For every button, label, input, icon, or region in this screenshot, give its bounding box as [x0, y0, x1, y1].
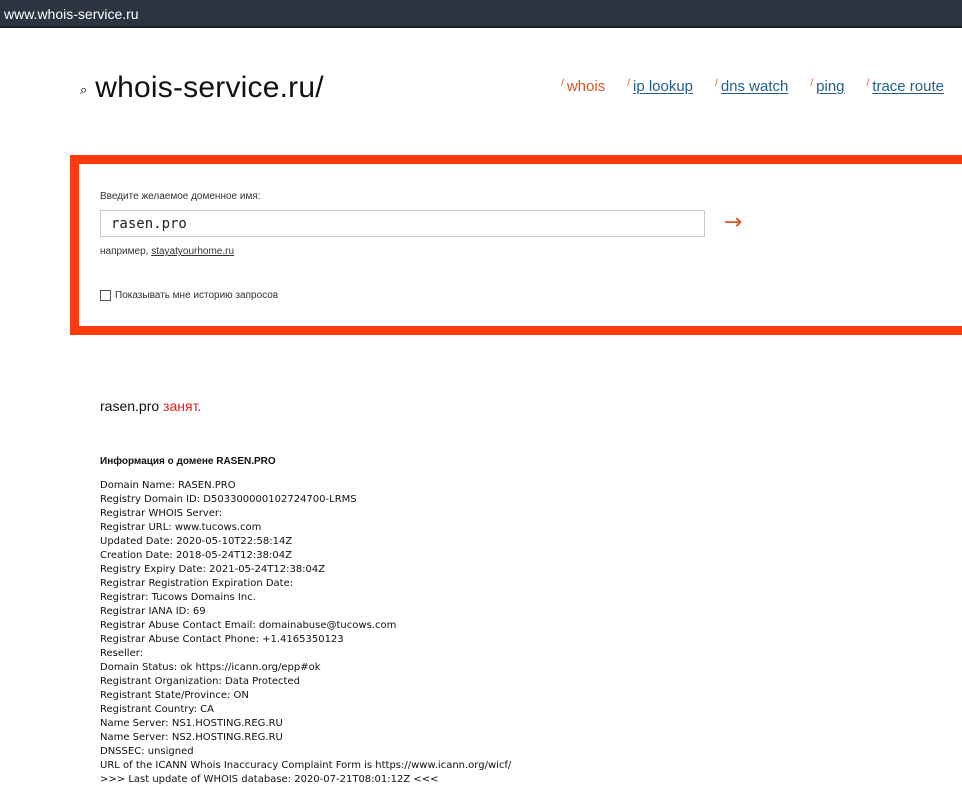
whois-line: Registrar: Tucows Domains Inc.: [100, 592, 256, 603]
nav-slash: /: [627, 78, 630, 89]
history-checkbox[interactable]: [100, 290, 111, 301]
whois-record: Domain Name: RASEN.PRO Registry Domain I…: [100, 479, 511, 787]
result-status-taken: занят.: [163, 398, 202, 414]
whois-line: Registrar Registration Expiration Date:: [100, 578, 294, 589]
whois-line: Registrant Country: CA: [100, 704, 214, 715]
whois-line: Registrar Abuse Contact Phone: +1.416535…: [100, 634, 344, 645]
whois-info-heading: Информация о домене RASEN.PRO: [100, 456, 276, 467]
whois-line: Updated Date: 2020-05-10T22:58:14Z: [100, 536, 293, 547]
nav-label[interactable]: dns watch: [721, 78, 789, 95]
whois-line: Registry Domain ID: D503300000102724700-…: [100, 494, 357, 505]
whois-line: URL of the ICANN Whois Inaccuracy Compla…: [100, 760, 512, 771]
top-navigation: / whois / ip lookup / dns watch / ping /…: [561, 78, 944, 95]
whois-line: DNSSEC: unsigned: [100, 746, 194, 757]
whois-line: Registrar Abuse Contact Email: domainabu…: [100, 620, 397, 631]
whois-line: Name Server: NS2.HOSTING.REG.RU: [100, 732, 283, 743]
domain-input[interactable]: [100, 210, 705, 237]
logo-text[interactable]: whois-service.ru/: [95, 71, 323, 105]
history-label: Показывать мне историю запросов: [115, 290, 279, 301]
whois-line: Name Server: NS1.HOSTING.REG.RU: [100, 718, 283, 729]
nav-slash: /: [715, 78, 718, 89]
magnifier-icon: ⌕: [80, 82, 88, 98]
address-url[interactable]: www.whois-service.ru: [4, 3, 139, 25]
nav-slash: /: [561, 78, 564, 89]
whois-line: Registry Expiry Date: 2021-05-24T12:38:0…: [100, 564, 326, 575]
domain-status-line: rasen.pro занят.: [100, 398, 201, 414]
whois-line: Registrar WHOIS Server:: [100, 508, 223, 519]
whois-line: Domain Name: RASEN.PRO: [100, 480, 236, 491]
domain-input-label: Введите желаемое доменное имя:: [100, 191, 261, 202]
example-hint: например, stayatyourhome.ru: [100, 246, 234, 257]
history-toggle[interactable]: Показывать мне историю запросов: [100, 290, 278, 301]
whois-line: Domain Status: ok https://icann.org/epp#…: [100, 662, 321, 673]
whois-line: Registrar IANA ID: 69: [100, 606, 206, 617]
nav-label[interactable]: ip lookup: [633, 78, 693, 95]
whois-line: Registrant State/Province: ON: [100, 690, 249, 701]
domain-search-panel: Введите желаемое доменное имя: → наприме…: [70, 155, 962, 335]
nav-label[interactable]: ping: [816, 78, 844, 95]
nav-item-trace-route[interactable]: / trace route: [867, 78, 945, 95]
whois-line: >>> Last update of WHOIS database: 2020-…: [100, 774, 439, 785]
browser-address-bar[interactable]: www.whois-service.ru: [0, 0, 962, 28]
nav-item-ip-lookup[interactable]: / ip lookup: [627, 78, 693, 95]
whois-line: Registrant Organization: Data Protected: [100, 676, 300, 687]
result-domain: rasen.pro: [100, 398, 160, 414]
whois-line: Registrar URL: www.tucows.com: [100, 522, 262, 533]
whois-line: Creation Date: 2018-05-24T12:38:04Z: [100, 550, 292, 561]
nav-item-dns-watch[interactable]: / dns watch: [715, 78, 788, 95]
nav-item-ping[interactable]: / ping: [810, 78, 844, 95]
example-domain-link[interactable]: stayatyourhome.ru: [151, 246, 234, 257]
submit-arrow-button[interactable]: →: [717, 209, 749, 237]
nav-label[interactable]: trace route: [872, 78, 944, 95]
example-prefix: например,: [100, 246, 149, 257]
nav-item-whois[interactable]: / whois: [561, 78, 605, 95]
nav-slash: /: [866, 78, 870, 89]
nav-slash: /: [810, 78, 814, 89]
nav-label[interactable]: whois: [567, 78, 605, 95]
site-logo[interactable]: ⌕ whois-service.ru/: [80, 70, 324, 106]
whois-line: Reseller:: [100, 648, 144, 659]
